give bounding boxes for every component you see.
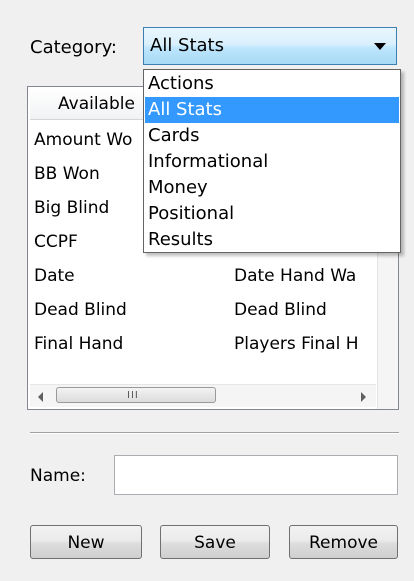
list-item[interactable]: Amount Wo [34, 123, 132, 157]
category-selected-value: All Stats [150, 35, 224, 56]
separator [30, 432, 399, 434]
horizontal-scroll-thumb[interactable]: III [56, 387, 216, 403]
dropdown-option-informational[interactable]: Informational [145, 149, 399, 175]
list-item[interactable]: Dead Blind [34, 293, 127, 327]
scroll-left-arrow-icon[interactable] [38, 392, 43, 402]
list-item[interactable]: CCPF [34, 225, 78, 259]
scroll-right-arrow-icon[interactable] [361, 392, 366, 402]
list-item[interactable]: Dead Blind [234, 293, 327, 327]
horizontal-scrollbar[interactable]: III [30, 384, 376, 407]
column-header-label: Available [58, 94, 135, 114]
category-dropdown[interactable]: All Stats [143, 27, 397, 65]
dropdown-option-results[interactable]: Results [145, 227, 399, 253]
chevron-down-icon [374, 43, 386, 50]
list-item[interactable]: BB Won [34, 157, 100, 191]
dropdown-option-cards[interactable]: Cards [145, 123, 399, 149]
save-button[interactable]: Save [160, 525, 270, 559]
list-item[interactable]: Final Hand [34, 327, 123, 361]
list-item[interactable]: Date Hand Wa [234, 259, 356, 293]
dropdown-option-positional[interactable]: Positional [145, 201, 399, 227]
category-dropdown-list[interactable]: Actions All Stats Cards Informational Mo… [143, 69, 401, 253]
list-item[interactable]: Big Blind [34, 191, 109, 225]
new-button[interactable]: New [30, 525, 142, 559]
name-label: Name: [30, 466, 86, 486]
list-item[interactable]: Date [34, 259, 75, 293]
dropdown-option-all-stats[interactable]: All Stats [145, 97, 399, 123]
remove-button[interactable]: Remove [289, 525, 398, 559]
dropdown-option-money[interactable]: Money [145, 175, 399, 201]
category-label: Category: [30, 37, 117, 58]
list-item[interactable]: Players Final H [234, 327, 359, 361]
grip-icon: III [127, 390, 139, 401]
name-input[interactable] [114, 455, 398, 495]
dropdown-option-actions[interactable]: Actions [145, 71, 399, 97]
